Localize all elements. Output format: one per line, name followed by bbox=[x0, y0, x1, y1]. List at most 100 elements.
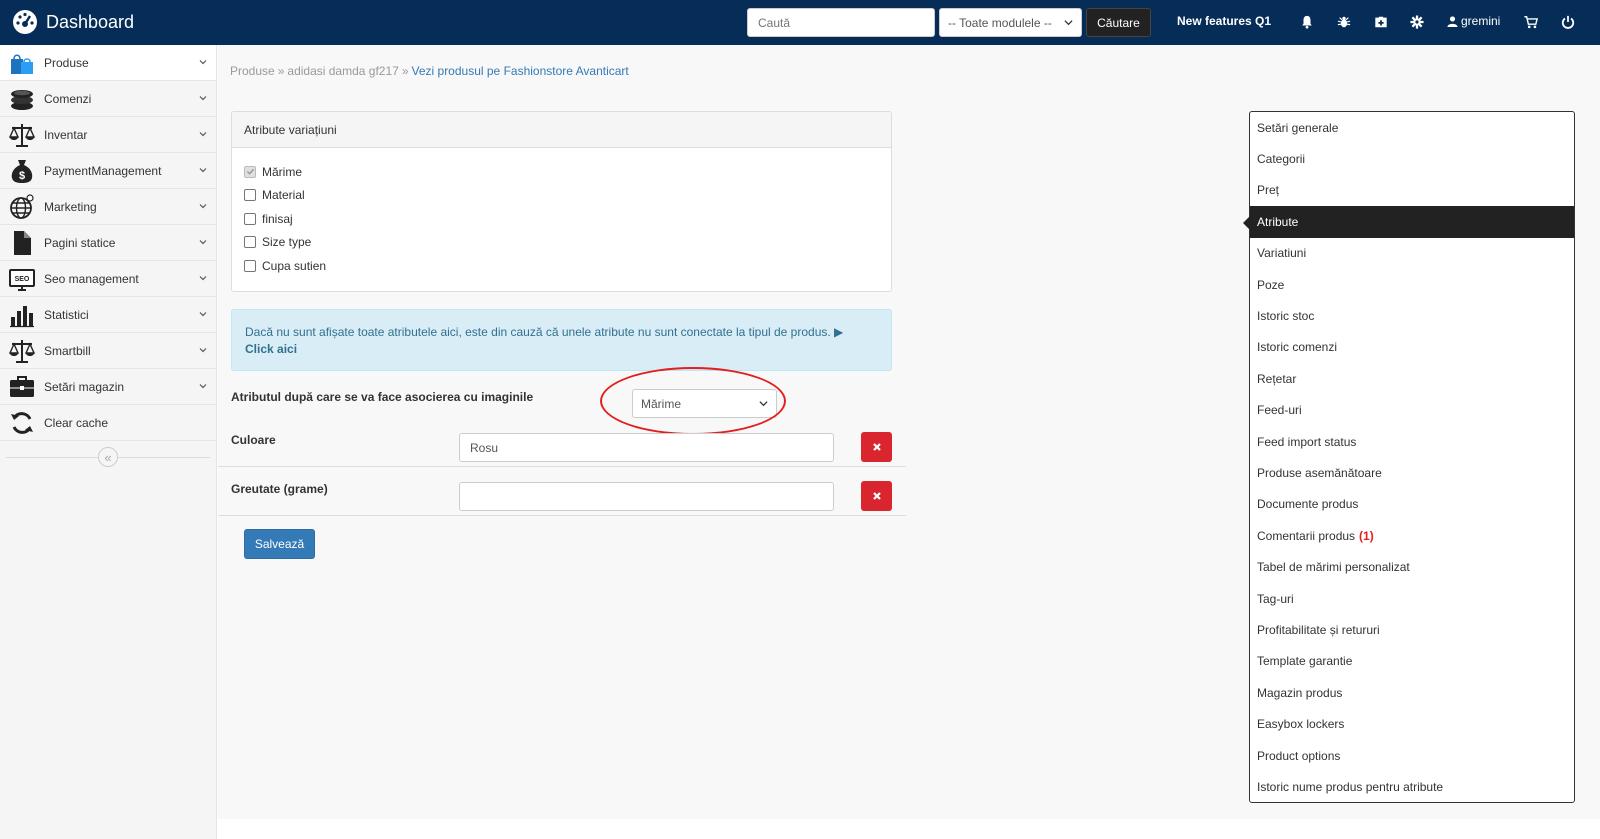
menu-item-pret[interactable]: Preț bbox=[1250, 175, 1574, 206]
sidebar-item-comenzi[interactable]: Comenzi bbox=[0, 81, 216, 117]
sidebar-item-clear-cache[interactable]: Clear cache bbox=[0, 405, 216, 441]
culoare-input[interactable] bbox=[459, 433, 834, 462]
search-button[interactable]: Căutare bbox=[1086, 8, 1151, 37]
chevron-down-icon bbox=[199, 132, 207, 137]
checkbox-cupa-sutien[interactable]: Cupa sutien bbox=[244, 254, 879, 278]
checkbox[interactable] bbox=[244, 189, 256, 202]
menu-item-product-options[interactable]: Product options bbox=[1250, 740, 1574, 771]
medkit-icon[interactable] bbox=[1373, 14, 1389, 30]
menu-item-tag-uri[interactable]: Tag-uri bbox=[1250, 583, 1574, 614]
search-input[interactable] bbox=[747, 8, 935, 37]
sidebar-item-setari-magazin[interactable]: Setări magazin bbox=[0, 369, 216, 405]
view-product-link[interactable]: Vezi produsul pe Fashionstore Avanticart bbox=[412, 64, 629, 78]
menu-item-poze[interactable]: Poze bbox=[1250, 269, 1574, 300]
new-features-link[interactable]: New features Q1 bbox=[1177, 14, 1271, 28]
active-indicator-arrow bbox=[1243, 216, 1250, 230]
chevron-down-icon bbox=[199, 204, 207, 209]
panel-title: Atribute variațiuni bbox=[232, 112, 891, 148]
brand[interactable]: Dashboard bbox=[12, 9, 134, 35]
menu-item-label: Tabel de mărimi personalizat bbox=[1257, 560, 1410, 575]
checkbox[interactable] bbox=[244, 165, 256, 178]
menu-item-magazin-produs[interactable]: Magazin produs bbox=[1250, 677, 1574, 708]
bell-icon[interactable] bbox=[1299, 14, 1315, 30]
user-menu[interactable]: gremini bbox=[1447, 14, 1500, 28]
image-association-label: Atributul după care se va face asocierea… bbox=[231, 390, 534, 404]
module-select[interactable]: -- Toate modulele -- bbox=[939, 8, 1082, 37]
menu-item-label: Rețetar bbox=[1257, 371, 1297, 386]
image-association-select[interactable]: Mărime bbox=[632, 389, 777, 418]
menu-item-tabel-marimi[interactable]: Tabel de mărimi personalizat bbox=[1250, 551, 1574, 582]
menu-item-template-garantie[interactable]: Template garantie bbox=[1250, 646, 1574, 677]
sidebar-item-label: Clear cache bbox=[44, 415, 109, 430]
sidebar-item-label: Pagini statice bbox=[44, 235, 116, 250]
sidebar-item-label: Smartbill bbox=[44, 343, 91, 358]
close-icon bbox=[872, 492, 881, 500]
delete-attribute-button[interactable] bbox=[861, 481, 892, 511]
menu-item-feed-uri[interactable]: Feed-uri bbox=[1250, 395, 1574, 426]
menu-item-feed-import-status[interactable]: Feed import status bbox=[1250, 426, 1574, 457]
breadcrumb-product[interactable]: adidasi damda gf217 bbox=[287, 64, 398, 78]
menu-item-comentarii-produs[interactable]: Comentarii produs (1) bbox=[1250, 520, 1574, 551]
greutate-input[interactable] bbox=[459, 482, 834, 511]
sidebar-item-produse[interactable]: Produse bbox=[0, 45, 216, 81]
sidebar-item-inventar[interactable]: Inventar bbox=[0, 117, 216, 153]
chevron-down-icon bbox=[199, 168, 207, 173]
globe-icon bbox=[8, 193, 36, 221]
menu-item-retetar[interactable]: Rețetar bbox=[1250, 363, 1574, 394]
gear-icon[interactable] bbox=[1409, 14, 1425, 30]
checkbox-size-type[interactable]: Size type bbox=[244, 231, 879, 255]
svg-text:SEO: SEO bbox=[15, 276, 30, 283]
sidebar-item-seo-management[interactable]: SEO Seo management bbox=[0, 261, 216, 297]
save-button[interactable]: Salvează bbox=[244, 529, 315, 559]
power-icon[interactable] bbox=[1560, 14, 1576, 30]
menu-item-istoric-comenzi[interactable]: Istoric comenzi bbox=[1250, 332, 1574, 363]
menu-item-label: Produse asemănătoare bbox=[1257, 465, 1382, 480]
checkbox[interactable] bbox=[244, 212, 256, 225]
breadcrumb-root[interactable]: Produse bbox=[230, 64, 275, 78]
menu-item-label: Setări generale bbox=[1257, 120, 1339, 135]
menu-item-label: Easybox lockers bbox=[1257, 717, 1345, 732]
chevron-down-icon bbox=[199, 96, 207, 101]
menu-item-produse-asemanatoare[interactable]: Produse asemănătoare bbox=[1250, 457, 1574, 488]
checkbox[interactable] bbox=[244, 259, 256, 272]
image-association-value: Mărime bbox=[641, 396, 682, 411]
menu-item-label: Documente produs bbox=[1257, 497, 1359, 512]
bar-chart-icon bbox=[8, 301, 36, 329]
sidebar-item-smartbill[interactable]: Smartbill bbox=[0, 333, 216, 369]
menu-item-atribute[interactable]: Atribute bbox=[1250, 206, 1574, 238]
checkmark-icon bbox=[246, 169, 254, 176]
checkbox[interactable] bbox=[244, 236, 256, 249]
sidebar-item-marketing[interactable]: Marketing bbox=[0, 189, 216, 225]
chevron-down-icon bbox=[199, 60, 207, 65]
sidebar-item-label: Produse bbox=[44, 55, 89, 70]
bug-icon[interactable] bbox=[1336, 14, 1352, 30]
sidebar-item-pagini-statice[interactable]: Pagini statice bbox=[0, 225, 216, 261]
product-section-menu: Setări generale Categorii Preț Atribute … bbox=[1243, 111, 1575, 803]
menu-item-variatiuni[interactable]: Variatiuni bbox=[1250, 238, 1574, 269]
menu-item-label: Profitabilitate și retururi bbox=[1257, 622, 1380, 637]
sidebar-item-label: Seo management bbox=[44, 271, 139, 286]
breadcrumb-separator: » bbox=[277, 64, 285, 78]
click-here-link[interactable]: Click aici bbox=[245, 342, 297, 356]
variation-attributes-panel: Atribute variațiuni Mărime Material fini… bbox=[231, 111, 892, 292]
chevron-down-icon bbox=[1064, 20, 1073, 26]
cart-icon[interactable] bbox=[1523, 14, 1539, 30]
menu-item-categorii[interactable]: Categorii bbox=[1250, 143, 1574, 174]
delete-attribute-button[interactable] bbox=[861, 432, 892, 462]
menu-item-easybox-lockers[interactable]: Easybox lockers bbox=[1250, 708, 1574, 739]
menu-item-setari-generale[interactable]: Setări generale bbox=[1250, 112, 1574, 143]
sidebar-item-statistici[interactable]: Statistici bbox=[0, 297, 216, 333]
menu-item-profitabilitate[interactable]: Profitabilitate și retururi bbox=[1250, 614, 1574, 645]
menu-item-istoric-stoc[interactable]: Istoric stoc bbox=[1250, 300, 1574, 331]
checkbox-material[interactable]: Material bbox=[244, 184, 879, 208]
checkbox-marime[interactable]: Mărime bbox=[244, 160, 879, 184]
menu-item-istoric-nume-produs[interactable]: Istoric nume produs pentru atribute bbox=[1250, 771, 1574, 802]
briefcase-icon bbox=[8, 373, 36, 401]
menu-item-label: Magazin produs bbox=[1257, 685, 1343, 700]
collapse-sidebar-button[interactable]: « bbox=[98, 447, 118, 467]
sidebar-item-paymentmanagement[interactable]: $ PaymentManagement bbox=[0, 153, 216, 189]
menu-item-documente-produs[interactable]: Documente produs bbox=[1250, 489, 1574, 520]
attribute-row-greutate: Greutate (grame) bbox=[218, 468, 906, 516]
chevron-down-icon bbox=[199, 312, 207, 317]
checkbox-finisaj[interactable]: finisaj bbox=[244, 207, 879, 231]
